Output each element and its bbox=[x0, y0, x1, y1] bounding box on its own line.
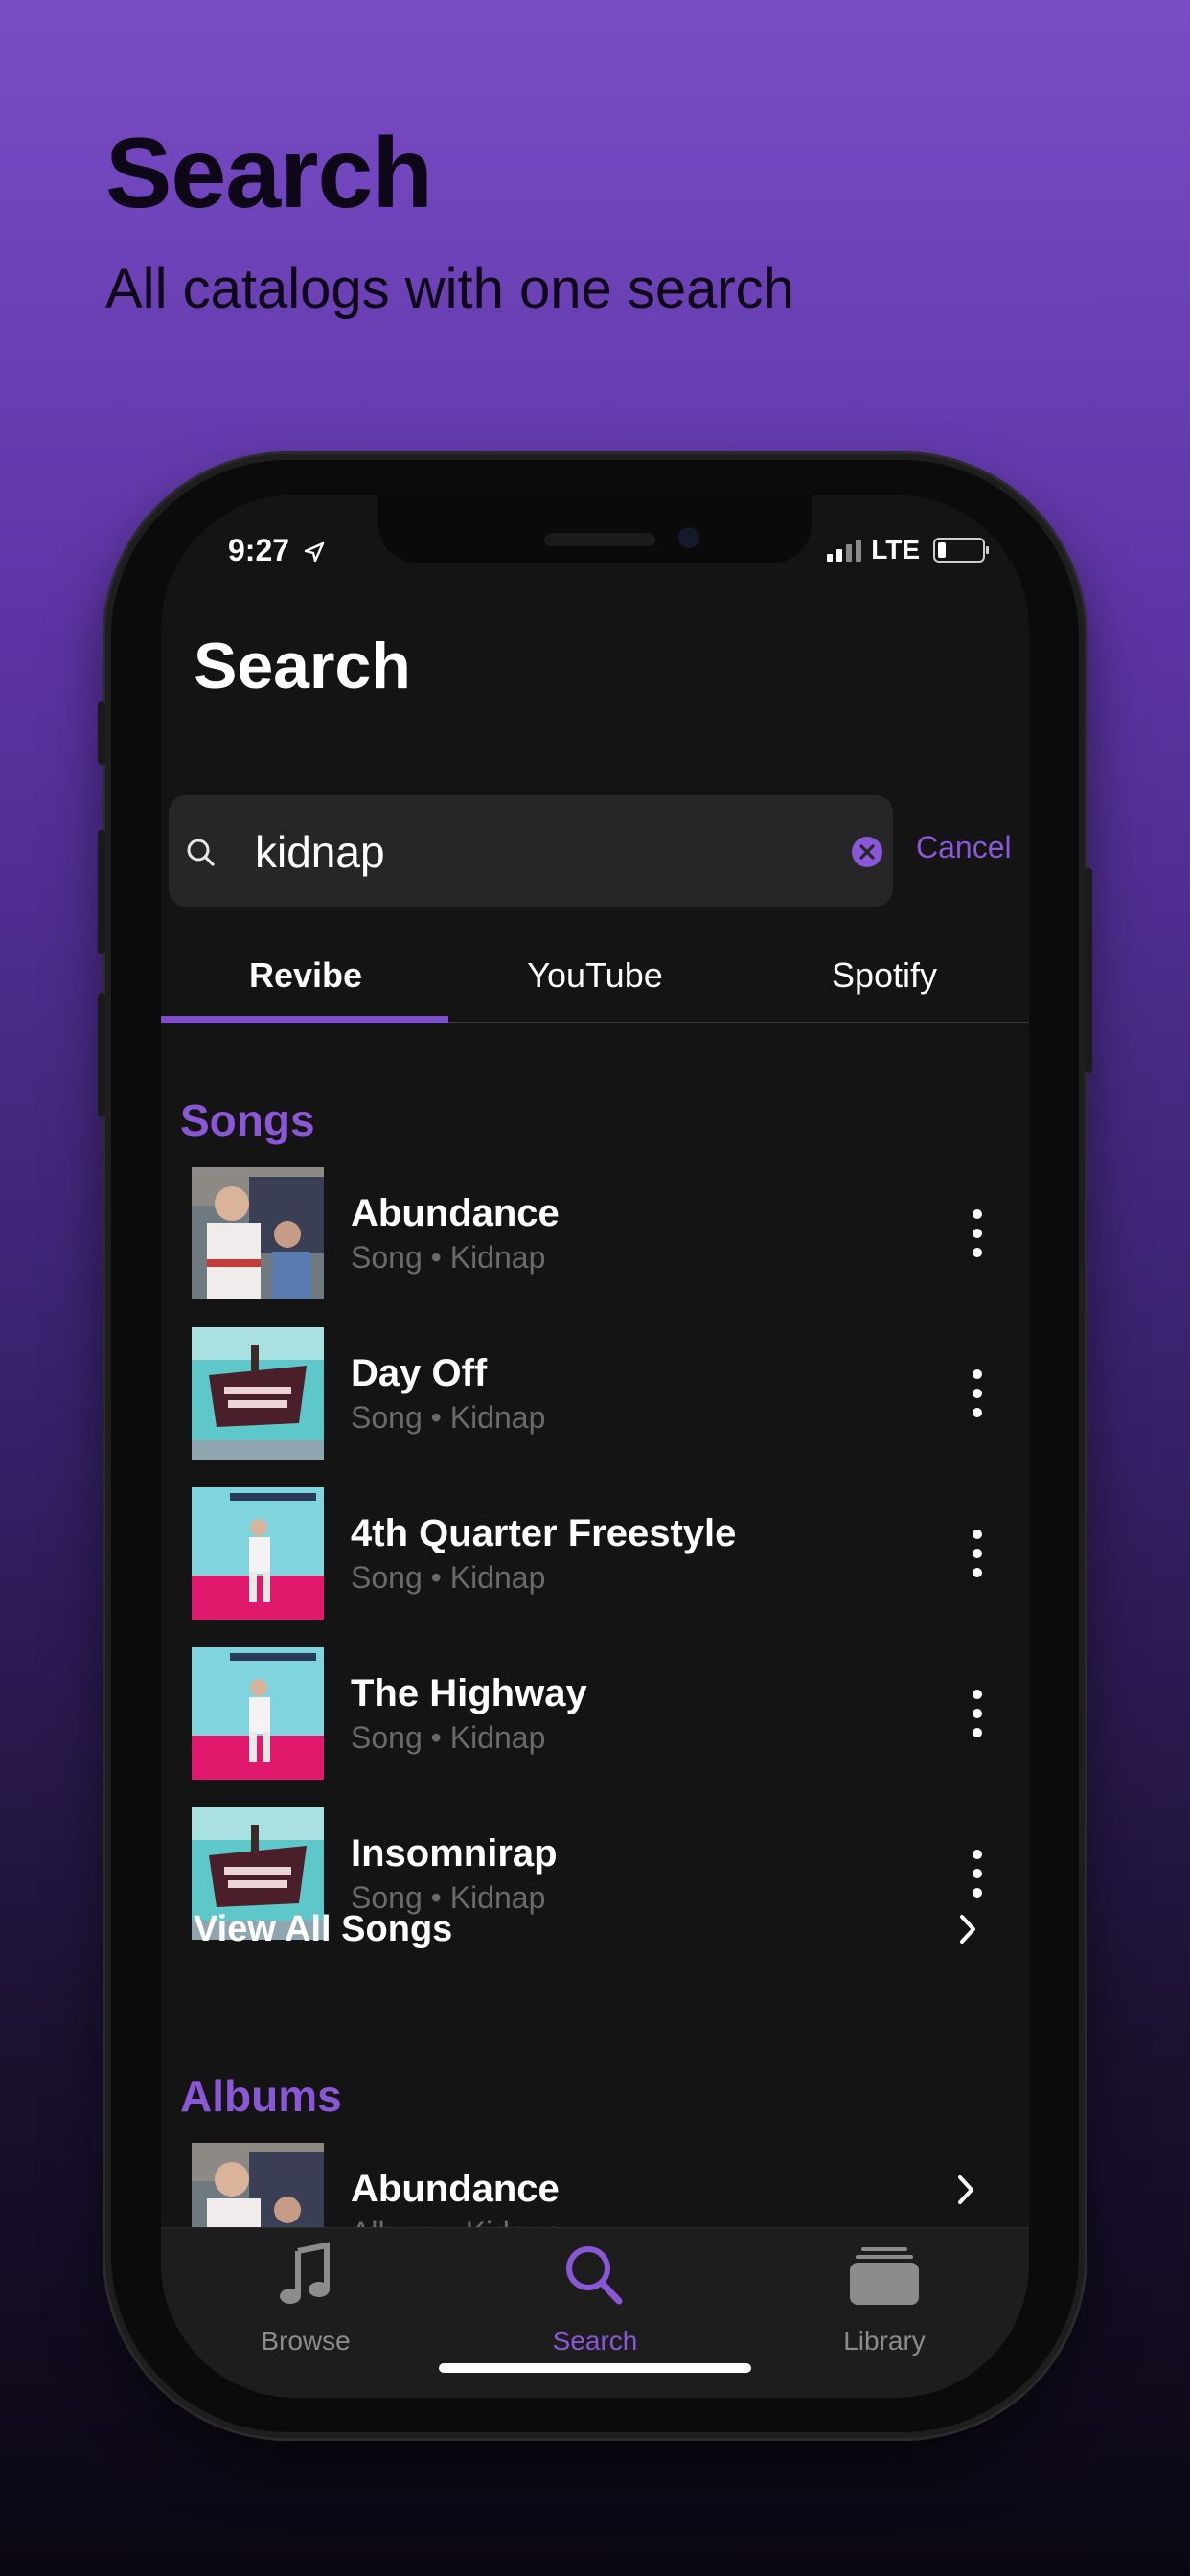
more-options-icon[interactable] bbox=[964, 1690, 991, 1737]
network-type: LTE bbox=[871, 535, 920, 564]
tab-spotify[interactable]: Spotify bbox=[740, 930, 1029, 1022]
song-subtitle: Song • Kidnap bbox=[351, 1560, 546, 1595]
tab-label: YouTube bbox=[527, 955, 663, 995]
source-tabs: Revibe YouTube Spotify bbox=[161, 930, 1029, 1024]
tab-youtube[interactable]: YouTube bbox=[450, 930, 740, 1022]
power-button bbox=[1085, 868, 1092, 1073]
tab-revibe[interactable]: Revibe bbox=[161, 930, 450, 1022]
clear-search-icon[interactable] bbox=[851, 836, 883, 868]
song-title: Day Off bbox=[351, 1352, 488, 1394]
search-icon bbox=[187, 839, 215, 866]
song-row[interactable]: Abundance Song • Kidnap bbox=[192, 1167, 996, 1300]
phone-frame: 9:27 LTE Search kidnap Cancel Revibe You… bbox=[98, 454, 1092, 2438]
album-art bbox=[192, 1167, 324, 1300]
front-camera bbox=[678, 527, 699, 548]
status-indicators: LTE bbox=[827, 535, 989, 565]
song-title: The Highway bbox=[351, 1672, 587, 1714]
mute-switch bbox=[98, 702, 105, 765]
status-time: 9:27 bbox=[228, 533, 325, 568]
home-indicator bbox=[439, 2363, 751, 2373]
active-tab-indicator bbox=[161, 1016, 448, 1024]
promo-title: Search bbox=[105, 118, 433, 229]
tab-browse[interactable]: Browse bbox=[161, 2228, 450, 2372]
music-note-icon bbox=[280, 2242, 330, 2304]
page-title: Search bbox=[194, 630, 411, 702]
songs-section-title: Songs bbox=[180, 1095, 315, 1145]
status-time-text: 9:27 bbox=[228, 533, 290, 567]
song-title: 4th Quarter Freestyle bbox=[351, 1512, 737, 1554]
location-arrow-icon bbox=[304, 541, 325, 563]
album-title: Abundance bbox=[351, 2168, 560, 2210]
song-subtitle: Song • Kidnap bbox=[351, 1720, 546, 1755]
promo-subtitle: All catalogs with one search bbox=[105, 258, 794, 320]
more-options-icon[interactable] bbox=[964, 1530, 991, 1577]
search-field[interactable]: kidnap bbox=[169, 795, 893, 907]
song-row[interactable]: The Highway Song • Kidnap bbox=[192, 1647, 996, 1780]
song-title: Abundance bbox=[351, 1192, 560, 1234]
tab-label: Library bbox=[843, 2326, 926, 2356]
search-icon bbox=[566, 2246, 623, 2305]
notch bbox=[378, 494, 812, 564]
battery-level bbox=[938, 542, 946, 558]
app-screen: 9:27 LTE Search kidnap Cancel Revibe You… bbox=[161, 494, 1029, 2398]
battery-icon bbox=[933, 538, 989, 563]
chevron-right-icon bbox=[960, 1915, 975, 1944]
volume-up-button bbox=[98, 830, 105, 954]
tab-label: Search bbox=[552, 2326, 638, 2356]
tab-search[interactable]: Search bbox=[450, 2228, 740, 2372]
song-subtitle: Song • Kidnap bbox=[351, 1400, 546, 1435]
album-art bbox=[192, 1647, 324, 1780]
volume-down-button bbox=[98, 993, 105, 1117]
tab-label: Revibe bbox=[248, 955, 363, 995]
library-stack-icon bbox=[850, 2247, 919, 2305]
chevron-right-icon bbox=[958, 2175, 973, 2204]
view-all-label: View All Songs bbox=[194, 1909, 453, 1949]
album-art bbox=[192, 1327, 324, 1460]
more-options-icon[interactable] bbox=[964, 1369, 991, 1417]
tab-label: Spotify bbox=[831, 955, 938, 995]
tab-library[interactable]: Library bbox=[740, 2228, 1029, 2372]
song-subtitle: Song • Kidnap bbox=[351, 1240, 546, 1275]
cellular-signal-icon bbox=[827, 539, 862, 562]
song-row[interactable]: Day Off Song • Kidnap bbox=[192, 1327, 996, 1460]
view-all-songs-button[interactable]: View All Songs bbox=[194, 1903, 979, 1961]
more-options-icon[interactable] bbox=[964, 1850, 991, 1898]
cancel-button[interactable]: Cancel bbox=[916, 830, 1012, 865]
more-options-icon[interactable] bbox=[964, 1209, 991, 1257]
albums-section-title: Albums bbox=[180, 2071, 342, 2121]
speaker-grille bbox=[544, 533, 655, 546]
tab-label: Browse bbox=[261, 2326, 351, 2356]
song-row[interactable]: 4th Quarter Freestyle Song • Kidnap bbox=[192, 1487, 996, 1620]
search-input[interactable]: kidnap bbox=[255, 826, 385, 878]
song-title: Insomnirap bbox=[351, 1832, 558, 1874]
album-art bbox=[192, 1487, 324, 1620]
